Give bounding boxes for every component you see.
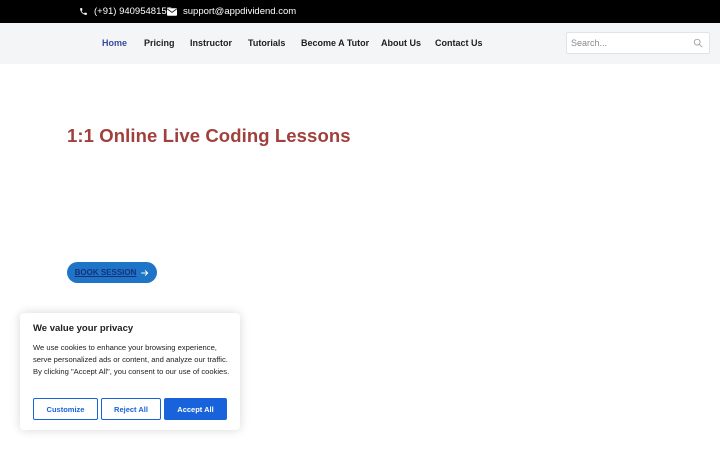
search-input[interactable] [571, 33, 689, 53]
search-icon [693, 38, 703, 48]
envelope-icon [167, 7, 177, 16]
email-contact[interactable]: support@appdividend.com [167, 0, 296, 23]
book-session-button[interactable]: BOOK SESSION [67, 262, 157, 283]
phone-number: (+91) 9409548155 [94, 6, 172, 17]
nav-tutorials[interactable]: Tutorials [248, 23, 285, 64]
search-button[interactable] [691, 36, 705, 50]
search-box [566, 32, 710, 54]
top-contact-bar: (+91) 9409548155 support@appdividend.com [0, 0, 720, 23]
phone-icon [80, 8, 87, 15]
reject-all-button[interactable]: Reject All [101, 398, 161, 420]
nav-pricing[interactable]: Pricing [144, 23, 175, 64]
nav-become-a-tutor[interactable]: Become A Tutor [301, 23, 369, 64]
nav-instructor[interactable]: Instructor [190, 23, 232, 64]
nav-about-us[interactable]: About Us [381, 23, 421, 64]
hero-title: 1:1 Online Live Coding Lessons [67, 125, 351, 146]
accept-all-button[interactable]: Accept All [164, 398, 227, 420]
phone-contact[interactable]: (+91) 9409548155 [79, 0, 172, 23]
arrow-right-icon [141, 269, 149, 276]
email-address: support@appdividend.com [183, 6, 297, 17]
nav-contact-us[interactable]: Contact Us [435, 23, 483, 64]
cookie-description: We use cookies to enhance your browsing … [33, 343, 230, 376]
cookie-consent-banner: We value your privacy We use cookies to … [20, 313, 240, 430]
book-session-label: BOOK SESSION [74, 268, 137, 277]
cookie-title: We value your privacy [33, 323, 134, 334]
nav-home[interactable]: Home [102, 23, 127, 64]
customize-button[interactable]: Customize [33, 398, 98, 420]
